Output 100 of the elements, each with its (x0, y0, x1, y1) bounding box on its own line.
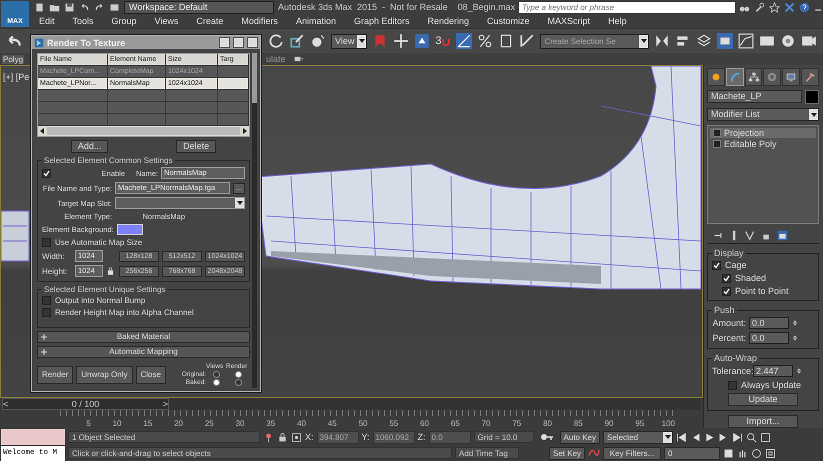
spinner-arrows-icon[interactable] (792, 333, 798, 343)
save-icon[interactable] (64, 2, 75, 12)
x-logo-icon[interactable] (784, 2, 796, 12)
percent-snap-icon[interactable] (477, 33, 494, 49)
key-mode-dropdown[interactable]: Selected (603, 430, 673, 444)
maximize-button[interactable] (233, 37, 244, 48)
go-to-end-icon[interactable] (732, 432, 743, 442)
menu-item[interactable]: Customize (478, 16, 539, 26)
minimize-button[interactable] (219, 37, 230, 48)
angle-snap-icon[interactable] (456, 33, 472, 49)
x-coordinate-field[interactable]: 394.807 (316, 430, 359, 444)
spinner-arrows-icon[interactable] (796, 366, 802, 376)
checkbox[interactable] (42, 238, 51, 247)
checkbox[interactable] (42, 168, 51, 178)
number-spinner[interactable]: 0.0 (749, 332, 789, 344)
new-file-icon[interactable] (34, 2, 45, 12)
menu-item[interactable]: MAXScript (538, 16, 600, 26)
menu-item[interactable]: Edit (30, 16, 64, 26)
radio-button[interactable] (212, 371, 220, 378)
rotate-icon[interactable] (268, 33, 284, 49)
material-editor-icon[interactable] (780, 33, 796, 49)
number-spinner[interactable]: 2.447 (753, 365, 793, 377)
modifier-item[interactable]: Projection (710, 128, 816, 138)
help-icon[interactable] (799, 2, 810, 12)
menu-item[interactable]: Views (146, 16, 188, 26)
target-map-slot-dropdown[interactable] (115, 197, 245, 209)
dialog-button[interactable]: Unwrap Only (76, 366, 132, 384)
background-color-swatch[interactable] (116, 224, 143, 235)
panel-tab[interactable] (707, 68, 725, 86)
workspace-dropdown[interactable]: Workspace: Default (124, 0, 274, 14)
modifier-list-dropdown[interactable]: Modifier List (707, 108, 819, 121)
panel-tab[interactable] (763, 68, 782, 86)
scale-icon[interactable] (289, 33, 305, 49)
menu-item[interactable]: Tools (64, 16, 103, 26)
star-icon[interactable] (769, 2, 780, 12)
menu-item[interactable]: Rendering (418, 16, 478, 26)
dialog-button[interactable]: Render (37, 366, 74, 384)
zoom-extents-icon[interactable] (760, 432, 771, 442)
delete-button[interactable]: Delete (176, 140, 216, 153)
pin-icon[interactable] (713, 230, 724, 241)
transform-mode-icon[interactable] (291, 432, 302, 442)
scroll-right-arrow-icon[interactable] (242, 128, 248, 134)
checkbox[interactable] (728, 380, 737, 390)
key-filters-button[interactable]: Key Filters... (603, 446, 662, 460)
scene-explorer-icon[interactable] (717, 33, 733, 49)
checkbox[interactable] (42, 308, 51, 317)
y-coordinate-field[interactable]: 1060.092 (372, 430, 415, 444)
current-frame-field[interactable]: 0 (664, 446, 720, 460)
menu-item[interactable]: Create (187, 16, 232, 26)
add-time-tag-button[interactable]: Add Time Tag (455, 447, 519, 459)
object-color-swatch[interactable] (805, 90, 819, 104)
viewport-label[interactable]: [+] [Pe (3, 72, 30, 82)
menu-item[interactable]: Help (599, 16, 636, 26)
reference-coordinate-dropdown[interactable]: View (331, 34, 368, 48)
orbit-icon[interactable] (751, 448, 762, 458)
panel-tab[interactable] (782, 68, 800, 86)
menu-item[interactable]: Animation (286, 16, 345, 26)
update-button[interactable]: Update (728, 393, 798, 406)
configure-icon[interactable] (777, 230, 788, 241)
named-selection-dropdown[interactable]: Create Selection Se (540, 34, 649, 48)
object-name-field[interactable]: Machete_LP (707, 90, 802, 103)
sphere-pointer-icon[interactable] (310, 33, 326, 49)
spinner-arrows-icon[interactable] (792, 318, 798, 328)
redo-icon[interactable] (94, 2, 105, 12)
dialog-button[interactable]: Close (136, 366, 166, 384)
rollout-header[interactable]: Baked Material (37, 331, 250, 343)
object-mesh-drawing[interactable] (1, 210, 30, 262)
pushpin-icon[interactable] (263, 432, 274, 442)
undo-icon[interactable] (79, 2, 90, 12)
vertical-scrollbar[interactable] (252, 53, 257, 388)
scroll-left-arrow-icon[interactable] (39, 128, 45, 134)
maximize-viewport-icon[interactable] (765, 448, 776, 458)
number-spinner[interactable]: 0.0 (749, 317, 789, 329)
plus-icon[interactable] (41, 334, 47, 340)
add-button[interactable]: Add... (70, 140, 108, 153)
funnel-icon[interactable] (745, 230, 756, 241)
menu-item[interactable]: Graph Editors (344, 16, 418, 26)
checkbox[interactable] (722, 286, 731, 296)
move-icon[interactable] (393, 33, 410, 49)
radio-button[interactable] (234, 371, 242, 378)
select-region-icon[interactable] (414, 33, 430, 49)
ribbon-tab[interactable]: Polyg (2, 54, 24, 64)
pan-icon[interactable] (737, 448, 748, 458)
edit-named-selection-icon[interactable] (519, 33, 536, 49)
panel-tab[interactable] (801, 68, 819, 86)
checkbox[interactable] (42, 296, 51, 305)
panel-tab[interactable] (726, 68, 744, 86)
set-key-button[interactable]: Set Key (549, 446, 586, 460)
play-icon[interactable] (704, 432, 715, 442)
plus-icon[interactable] (41, 349, 47, 355)
import-button[interactable]: Import... (728, 415, 798, 428)
frame-counter[interactable]: < 0 / 100 > (2, 398, 169, 410)
horizontal-scrollbar[interactable] (38, 126, 249, 136)
menu-item[interactable]: Group (102, 16, 146, 26)
checkbox[interactable] (722, 274, 731, 282)
radio-button[interactable] (234, 379, 242, 386)
auto-key-button[interactable]: Auto Key (560, 430, 600, 444)
zoom-icon[interactable] (746, 432, 757, 442)
listener-input[interactable] (1, 429, 65, 444)
rollout-header[interactable]: Automatic Mapping (37, 346, 250, 358)
